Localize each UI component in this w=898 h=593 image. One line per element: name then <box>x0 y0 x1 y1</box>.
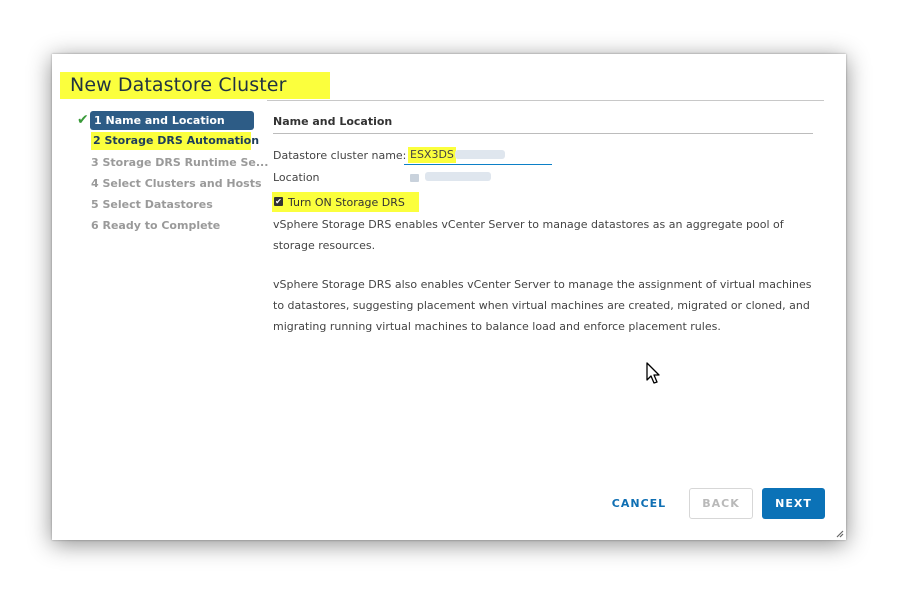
mouse-cursor-icon <box>646 362 660 384</box>
resize-grip-icon[interactable] <box>834 528 844 538</box>
title-divider <box>267 100 824 101</box>
dialog-title: New Datastore Cluster <box>60 72 330 99</box>
cluster-name-value: ESX3DS <box>408 147 456 163</box>
step-label: 1 Name and Location <box>90 111 254 130</box>
step-label: 6 Ready to Complete <box>91 219 221 232</box>
step-label: 3 Storage DRS Runtime Se... <box>91 156 269 169</box>
step-content: Name and Location Datastore cluster name… <box>272 113 813 337</box>
next-button[interactable]: NEXT <box>762 488 825 519</box>
location-row: Location <box>273 167 813 189</box>
cancel-button[interactable]: CANCEL <box>600 488 678 519</box>
drs-description: vSphere Storage DRS enables vCenter Serv… <box>273 218 784 252</box>
drs-description-detail: vSphere Storage DRS also enables vCenter… <box>273 278 812 333</box>
datacenter-icon <box>410 174 419 182</box>
step-label: 5 Select Datastores <box>91 198 213 211</box>
checkbox[interactable]: ✔ <box>274 197 283 206</box>
back-button[interactable]: BACK <box>689 488 753 519</box>
new-datastore-cluster-dialog: New Datastore Cluster ✔ 1 Name and Locat… <box>52 54 846 540</box>
step-label: 4 Select Clusters and Hosts <box>91 177 262 190</box>
cluster-name-label: Datastore cluster name: <box>273 149 407 162</box>
cluster-name-row: Datastore cluster name: ESX3DS <box>273 145 813 167</box>
redacted-location <box>425 172 491 181</box>
section-divider <box>273 133 813 134</box>
location-label: Location <box>273 171 320 184</box>
step-ready-to-complete: 6 Ready to Complete <box>77 215 267 236</box>
section-title: Name and Location <box>273 115 393 128</box>
step-name-and-location[interactable]: ✔ 1 Name and Location <box>77 110 267 131</box>
storage-drs-toggle[interactable]: ✔ Turn ON Storage DRS <box>272 192 813 214</box>
step-storage-drs-automation[interactable]: 2 Storage DRS Automation <box>77 131 267 152</box>
checkmark-icon: ✔ <box>77 112 89 128</box>
wizard-steps: ✔ 1 Name and Location 2 Storage DRS Auto… <box>77 110 269 236</box>
storage-drs-label: Turn ON Storage DRS <box>288 196 405 209</box>
step-label: 2 Storage DRS Automation <box>91 132 259 150</box>
step-select-datastores: 5 Select Datastores <box>77 194 267 215</box>
step-select-clusters-and-hosts: 4 Select Clusters and Hosts <box>77 173 267 194</box>
step-storage-drs-runtime-settings: 3 Storage DRS Runtime Se... <box>77 152 269 173</box>
redacted-text <box>455 150 505 159</box>
